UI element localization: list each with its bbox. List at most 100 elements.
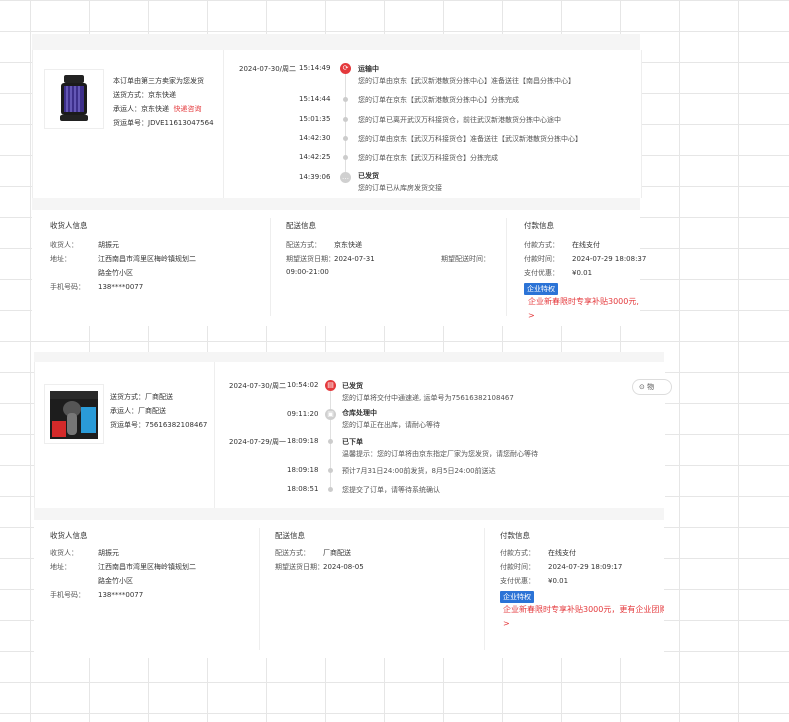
delivery-method: 配送方式： 厂商配送	[275, 549, 351, 557]
shaver-box-image	[50, 391, 98, 439]
enterprise-badge[interactable]: 企业特权	[500, 591, 534, 603]
meta-seller: 本订单由第三方卖家为您发货	[113, 77, 204, 85]
timeline-dot-icon	[328, 487, 333, 492]
tracking-status: 已发货	[358, 172, 379, 180]
tracking-time: 18:09:18	[287, 466, 319, 474]
tracking-desc: 您的订单正在出库，请耐心等待	[342, 421, 440, 429]
meta-carrier: 承运人：京东快递 快递咨询	[113, 102, 214, 116]
product-thumbnail-mosquito-lamp[interactable]	[44, 69, 104, 129]
payment-info: 付款信息 付款方式： 在线支付 付款时间： 2024-07-29 18:08:37 …	[524, 210, 646, 324]
payment-method: 付款方式： 在线支付	[500, 549, 576, 557]
delivery-method: 配送方式： 京东快递	[286, 241, 362, 249]
tracking-time: 18:09:18	[287, 437, 319, 445]
meta-carrier: 承运人：厂商配送	[110, 407, 166, 415]
payment-method: 付款方式： 在线支付	[524, 241, 600, 249]
mosquito-lamp-image	[60, 75, 88, 121]
timeline-dot-icon	[343, 97, 348, 102]
order-1-header-strip	[32, 34, 640, 50]
receiver-phone: 手机号码： 138****0077	[50, 591, 144, 599]
receiver-name: 收货人： 胡振元	[50, 241, 119, 249]
delivery-date: 期望送货日期：2024-08-05	[275, 563, 364, 571]
delivery-info: 配送信息 配送方式： 京东快递 期望送货日期：2024-07-31 期望配送时间：…	[286, 210, 496, 324]
tracking-desc: 温馨提示：您的订单将由京东指定厂家为您发货，请您耐心等待	[342, 450, 538, 458]
promo-more-chevron-icon[interactable]: >	[528, 311, 535, 320]
enterprise-badge[interactable]: 企业特权	[524, 283, 558, 295]
meta-waybill: 货运单号：JDVE11613047564	[113, 119, 214, 127]
location-pin-icon: ⊙	[639, 383, 645, 391]
receiver-heading: 收货人信息	[50, 221, 88, 230]
payment-discount: 支付优惠： ¥0.01	[524, 269, 593, 277]
truck-icon: ⟳	[340, 63, 351, 74]
shipped-icon: ▤	[325, 380, 336, 391]
order-2-product-meta: 送货方式：厂商配送 承运人：厂商配送 货运单号：75616382108467	[110, 390, 207, 432]
enterprise-promo-link[interactable]: 企业新春限时专享补贴3000元,	[528, 296, 639, 307]
payment-time: 付款时间： 2024-07-29 18:09:17	[500, 563, 623, 571]
payment-time: 付款时间： 2024-07-29 18:08:37	[524, 255, 647, 263]
tracking-time: 15:14:44	[299, 95, 331, 103]
delivery-heading: 配送信息	[286, 221, 316, 230]
receiver-heading: 收货人信息	[50, 531, 88, 540]
order-panel-2: 送货方式：厂商配送 承运人：厂商配送 货运单号：75616382108467 ⊙…	[34, 352, 672, 658]
tracking-date: 2024-07-29/周一	[229, 438, 287, 446]
order-2-zigzag-divider	[34, 508, 664, 520]
delivery-info: 配送信息 配送方式： 厂商配送 期望送货日期：2024-08-05	[275, 520, 475, 658]
tracking-time: 10:54:02	[287, 381, 319, 389]
tracking-status: 仓库处理中	[342, 409, 377, 417]
payment-discount: 支付优惠： ¥0.01	[500, 577, 569, 585]
promo-more-chevron-icon[interactable]: >	[503, 619, 510, 628]
order-2-info: 收货人信息 收货人： 胡振元 地址： 江西南昌市湾里区梅岭镇规划二 路金竹小区 手机…	[34, 520, 664, 658]
timeline-dot-icon	[343, 136, 348, 141]
tracking-desc: 您的订单在京东【武汉万科接货仓】分拣完成	[358, 154, 498, 162]
order-2-zigzag-top	[34, 352, 664, 362]
timeline-dot-icon	[328, 439, 333, 444]
tracking-status: 已下单	[342, 438, 363, 446]
shipped-icon: …	[340, 172, 351, 183]
delivery-time-value: 09:00-21:00	[286, 268, 329, 276]
tracking-time: 15:14:49	[299, 64, 331, 72]
timeline-dot-icon	[328, 468, 333, 473]
logistics-pill[interactable]: ⊙ 物	[632, 379, 672, 395]
tracking-desc: 您提交了订单，请等待系统确认	[342, 486, 440, 494]
receiver-address: 地址： 江西南昌市湾里区梅岭镇规划二	[50, 255, 196, 263]
warehouse-icon: ▣	[325, 409, 336, 420]
timeline-dot-icon	[343, 155, 348, 160]
receiver-phone: 手机号码： 138****0077	[50, 283, 144, 291]
tracking-desc: 您的订单已离开武汉万科接货仓，前往武汉新港散货分拣中心途中	[358, 116, 561, 124]
tracking-desc: 您的订单在京东【武汉新港散货分拣中心】分拣完成	[358, 96, 519, 104]
order-1-divider	[223, 50, 224, 198]
tracking-desc: 您的订单将交付中通速递, 运单号为75616382108467	[342, 394, 514, 402]
receiver-info: 收货人信息 收货人： 胡振元 地址： 江西南昌市湾里区梅岭镇规划二 路金竹小区 手机…	[50, 210, 270, 324]
product-thumbnail-shaver[interactable]	[44, 384, 104, 444]
info-separator	[270, 218, 271, 316]
receiver-address: 地址： 江西南昌市湾里区梅岭镇规划二	[50, 563, 196, 571]
payment-heading: 付款信息	[500, 531, 530, 540]
order-panel-1: 本订单由第三方卖家为您发货 送货方式：京东快递 承运人：京东快递 快递咨询 货运…	[32, 34, 646, 326]
receiver-address-line2: 路金竹小区	[98, 577, 133, 585]
meta-waybill: 货运单号：75616382108467	[110, 421, 208, 429]
order-2-divider	[214, 362, 215, 508]
tracking-desc: 您的订单由京东【武汉新港散货分拣中心】准备送往【南昌分拣中心】	[358, 77, 575, 85]
meta-ship-method: 送货方式：厂商配送	[110, 393, 173, 401]
receiver-name: 收货人： 胡振元	[50, 549, 119, 557]
order-1-zigzag-divider	[32, 198, 640, 210]
receiver-address-line2: 路金竹小区	[98, 269, 133, 277]
tracking-time: 14:42:25	[299, 153, 331, 161]
order-1-product-meta: 本订单由第三方卖家为您发货 送货方式：京东快递 承运人：京东快递 快递咨询 货运…	[113, 74, 214, 130]
order-1-tracking: 2024-07-30/周二 15:14:49 ⟳ 运输中 您的订单由京东【武汉新…	[239, 63, 639, 194]
tracking-date: 2024-07-30/周二	[239, 65, 297, 73]
order-2-tracking: 2024-07-30/周二 10:54:02 ▤ 已发货 您的订单将交付中通速递…	[229, 380, 629, 501]
order-1-info: 收货人信息 收货人： 胡振元 地址： 江西南昌市湾里区梅岭镇规划二 路金竹小区 手机…	[32, 210, 646, 324]
info-separator	[506, 218, 507, 316]
express-consult-link[interactable]: 快递咨询	[173, 105, 201, 113]
info-separator	[484, 528, 485, 650]
tracking-desc: 您的订单由京东【武汉万科接货仓】准备送往【武汉新港散货分拣中心】	[358, 135, 582, 143]
payment-info: 付款信息 付款方式： 在线支付 付款时间： 2024-07-29 18:09:17 …	[500, 520, 664, 658]
tracking-time: 14:39:06	[299, 173, 331, 181]
tracking-desc: 预计7月31日24:00前发货，8月5日24:00前送达	[342, 467, 496, 475]
enterprise-promo-link[interactable]: 企业新春限时专享补贴3000元，更有企业团购	[503, 604, 664, 615]
tracking-time: 18:08:51	[287, 485, 319, 493]
carrier-label: 承运人：京东快递	[113, 105, 169, 113]
info-separator	[259, 528, 260, 650]
tracking-status: 已发货	[342, 382, 363, 390]
tracking-time: 14:42:30	[299, 134, 331, 142]
